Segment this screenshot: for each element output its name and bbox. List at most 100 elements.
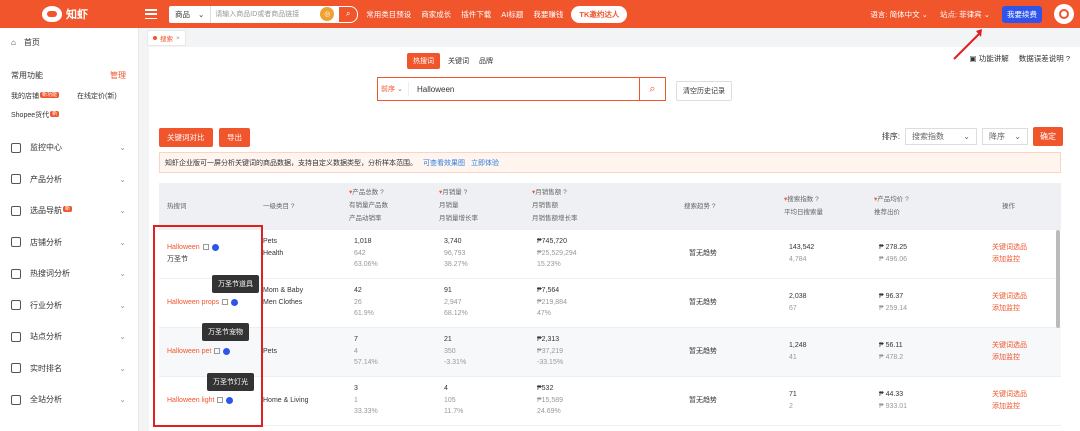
tab-hot-keyword[interactable]: 热搜词 [407, 53, 440, 69]
logo-text: 知虾 [66, 9, 88, 21]
enterprise-notice: 知虾企业版可一屏分析关键词的商品数据，支持自定义数据类型，分析样本范围。 可查看… [159, 152, 1061, 173]
col-search-trend: 搜索趋势 ? [684, 203, 716, 210]
quick-link-online-pricing[interactable]: 在线定价(新) [77, 91, 117, 101]
top-nav-links: 常用类目预设 商家成长 插件下载 AI标题 我要赚钱 [366, 9, 563, 20]
nav-earn-money[interactable]: 我要赚钱 [533, 9, 563, 20]
trend-cell: 暂无趋势 [689, 299, 717, 306]
logo[interactable]: 知虾 [0, 0, 135, 28]
nav-ai-title[interactable]: AI标题 [501, 9, 523, 20]
table-scrollbar[interactable] [1056, 230, 1060, 328]
top-navbar: 知虾 商品 ⌄ 请输入商品ID或者商品链接 ◎ ⌕ 常用类目预设 商家成长 插件下… [0, 0, 1080, 28]
trend-cell: 暂无趋势 [689, 348, 717, 355]
export-button[interactable]: 导出 [219, 128, 250, 147]
nav-category-preset[interactable]: 常用类目预设 [366, 9, 411, 20]
global-search-button[interactable]: ⌕ [338, 5, 359, 23]
category-cell: Mom & Baby Men Clothes [263, 287, 304, 306]
keyword-select-button[interactable]: 关键词选品 [992, 291, 1027, 303]
question-icon: ? [463, 189, 468, 196]
price-cell: ₱ 56.11 ₱ 478.2 [879, 342, 904, 361]
clear-history-button[interactable]: 清空历史记录 [676, 81, 732, 101]
top-right-controls: 语言: 简体中文 ⌄ 站点: 菲律宾 ⌄ 我要续费 [870, 0, 1080, 28]
data-error-link[interactable]: 数据误差说明 ? [1019, 53, 1070, 64]
keyword-select-button[interactable]: 关键词选品 [992, 389, 1027, 401]
row-actions: 关键词选品 添加监控 [992, 291, 1027, 314]
keyword-search-button[interactable]: ⌕ [639, 78, 665, 100]
products-cell: 1,018 642 63.06% [354, 238, 378, 268]
keyword-compare-button[interactable]: 关键词对比 [159, 128, 213, 147]
tab-search[interactable]: 搜索 × [147, 30, 186, 46]
products-cell: 3 1 33.33% [354, 385, 378, 415]
nav-merchant-growth[interactable]: 商家成长 [421, 9, 451, 20]
sort-field-select[interactable]: 搜索指数 ⌄ [905, 128, 977, 145]
table-row: Halloween light Home & Living 3 1 33.33% 4… [159, 377, 1061, 426]
add-monitor-button[interactable]: 添加监控 [992, 352, 1027, 364]
tk-invite-button[interactable]: TK邀约达人 [571, 5, 628, 23]
chevron-down-icon: ⌄ [119, 174, 126, 184]
chevron-down-icon: ⌄ [119, 237, 126, 247]
quick-link-my-store[interactable]: 我的店铺 新功能 [11, 91, 60, 101]
chevron-down-icon: ⌄ [198, 9, 205, 19]
add-monitor-button[interactable]: 添加监控 [992, 401, 1027, 413]
quick-link-shopee-forwarder[interactable]: Shopee货代新 [11, 110, 60, 120]
col-avg-price[interactable]: ▾产品均价 ? 推荐出价 [874, 193, 909, 219]
table-row: Halloween 万圣节 Pets Health 1,018 642 63.06% 3… [159, 230, 1061, 279]
chevron-down-icon: ⌄ [119, 143, 126, 153]
search-category-select[interactable]: 商品 ⌄ [169, 5, 211, 23]
nav-plugin-download[interactable]: 插件下载 [461, 9, 491, 20]
sidebar-item-hot-keyword[interactable]: 热搜词分析 ⌄ [0, 258, 138, 290]
tab-keyword[interactable]: 关键词 [446, 53, 471, 69]
products-cell: 42 26 61.9% [354, 287, 374, 317]
revenue-cell: ₱745,720 ₱25,529,294 15.23% [537, 238, 577, 268]
category-cell: Pets Health [263, 238, 284, 257]
keyword-select-button[interactable]: 关键词选品 [992, 340, 1027, 352]
sort-confirm-button[interactable]: 确定 [1033, 127, 1063, 146]
chevron-down-icon: ⌄ [1014, 132, 1021, 141]
search-icon: ⌕ [346, 9, 351, 18]
camera-icon: ◎ [320, 7, 335, 21]
renew-button[interactable]: 我要续费 [1002, 5, 1042, 23]
language-select[interactable]: 语言: 简体中文 ⌄ [870, 9, 928, 20]
tab-brand[interactable]: 品牌 [477, 53, 495, 69]
shrimp-logo-icon [42, 6, 62, 22]
global-search-input[interactable]: 请输入商品ID或者商品链接 [210, 5, 317, 23]
active-dot-icon [153, 36, 157, 40]
sidebar-item-full-site[interactable]: 全站分析 ⌄ [0, 384, 138, 416]
col-products[interactable]: ▾产品总数 ? 有销量产品数 产品动销率 [349, 186, 388, 225]
compass-icon [11, 205, 21, 216]
manage-link[interactable]: 管理 [110, 70, 126, 81]
chevron-down-icon: ⌄ [119, 300, 126, 310]
close-icon[interactable]: × [176, 35, 180, 42]
search-index-cell: 1,248 41 [789, 342, 807, 361]
try-now-link[interactable]: 立即体验 [471, 158, 499, 168]
chevron-down-icon: ⌄ [119, 332, 126, 342]
add-monitor-button[interactable]: 添加监控 [992, 254, 1027, 266]
col-monthly-sales[interactable]: ▾月销量 ? 月销量 月销量增长率 [439, 186, 478, 225]
view-demo-link[interactable]: 可查看效果图 [423, 158, 465, 168]
col-search-index[interactable]: ▾搜索指数 ? 平均日搜索量 [784, 193, 823, 219]
col-monthly-revenue[interactable]: ▾月销售额 ? 月销售额 月销售额增长率 [532, 186, 578, 225]
sidebar-item-realtime-rank[interactable]: 实时排名 ⌄ [0, 353, 138, 385]
industry-icon [11, 300, 21, 311]
category-cell: Pets [263, 348, 278, 355]
chevron-down-icon: ⌄ [119, 206, 126, 216]
search-mode-select[interactable]: 前序 ⌄ [378, 84, 408, 94]
sidebar-item-industry[interactable]: 行业分析 ⌄ [0, 290, 138, 322]
keyword-search-input[interactable]: Halloween [408, 82, 639, 96]
sales-cell: 21 350 -3.31% [444, 336, 467, 366]
add-monitor-button[interactable]: 添加监控 [992, 303, 1027, 315]
sidebar-item-product-analysis[interactable]: 产品分析 ⌄ [0, 164, 138, 196]
menu-collapse-icon[interactable] [145, 9, 157, 19]
site-select[interactable]: 站点: 菲律宾 ⌄ [940, 9, 990, 20]
quick-links-row: 我的店铺 新功能 在线定价(新) [0, 85, 138, 101]
sidebar-item-selection-nav[interactable]: 选品导航新 ⌄ [0, 195, 138, 227]
sort-order-select[interactable]: 降序 ⌄ [982, 128, 1028, 145]
keyword-select-button[interactable]: 关键词选品 [992, 242, 1027, 254]
image-search-button[interactable]: ◎ [316, 5, 339, 23]
sidebar-item-home[interactable]: ⌂ 首页 [0, 28, 138, 56]
row-actions: 关键词选品 添加监控 [992, 340, 1027, 363]
sidebar-item-monitor[interactable]: 监控中心 ⌄ [0, 132, 138, 164]
avatar[interactable] [1054, 4, 1074, 24]
table-row: Halloween pet Pets 7 4 57.14% 21 350 -3.31% … [159, 328, 1061, 377]
sidebar-item-store-analysis[interactable]: 店铺分析 ⌄ [0, 227, 138, 259]
sidebar-item-site[interactable]: 站点分析 ⌄ [0, 321, 138, 353]
